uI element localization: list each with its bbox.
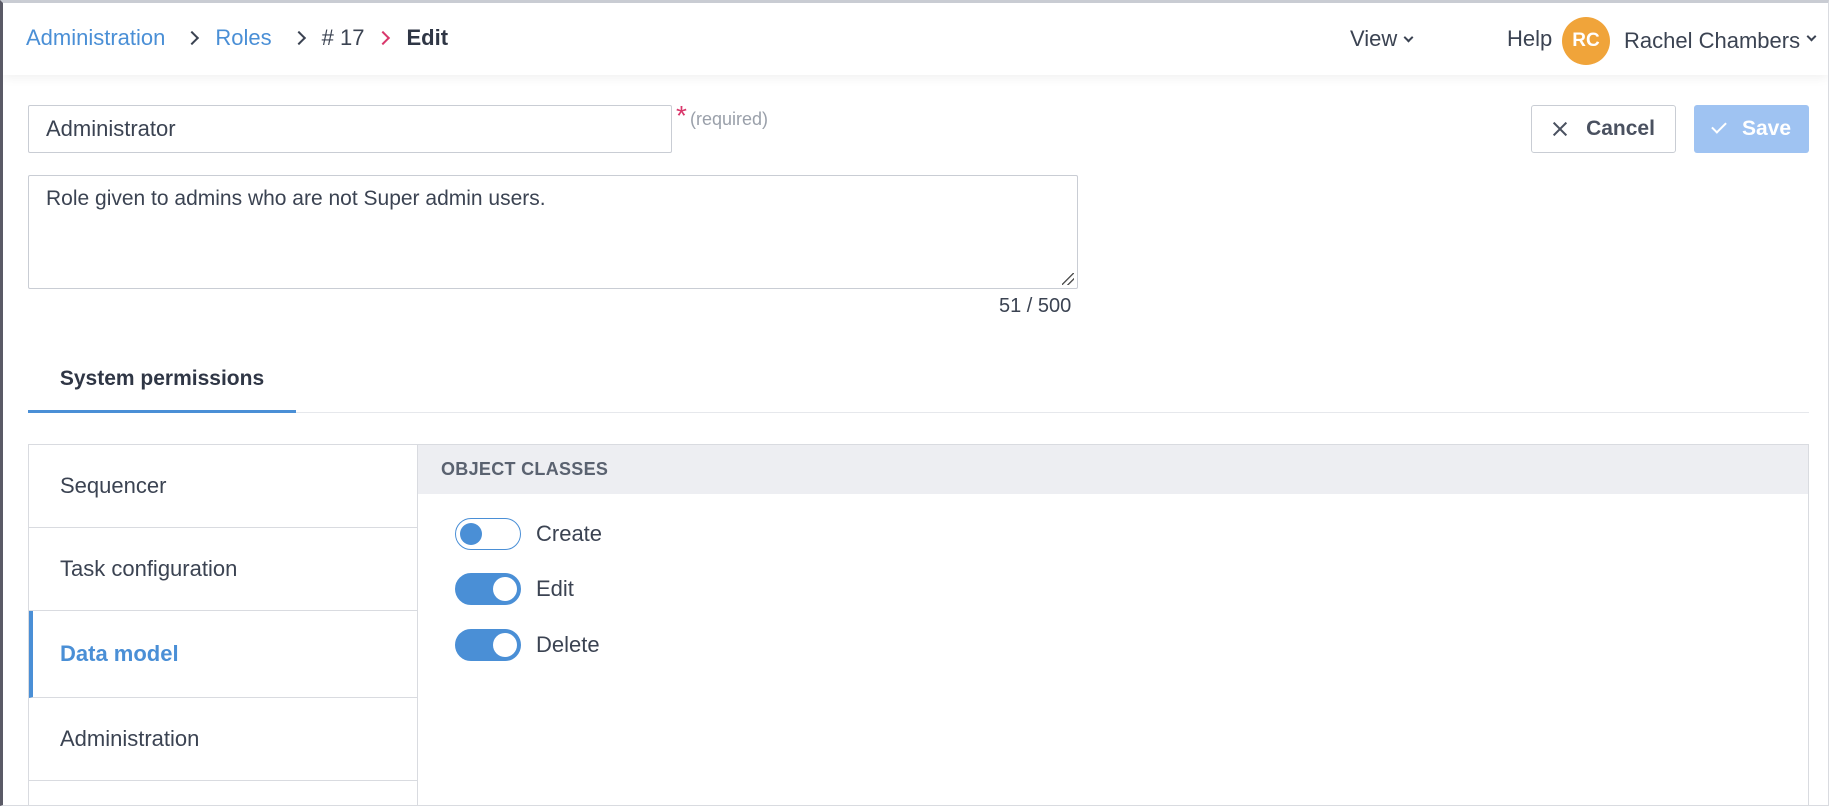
user-name: Rachel Chambers	[1624, 28, 1801, 53]
user-menu[interactable]: RC Rachel Chambers	[1562, 17, 1817, 65]
category-item-task-configuration[interactable]: Task configuration	[29, 528, 417, 611]
toggle-label: Delete	[536, 632, 600, 657]
chevron-right-icon	[291, 30, 306, 46]
edit-toggle[interactable]	[455, 573, 521, 605]
description-text: Role given to admins who are not Super a…	[46, 187, 546, 210]
toggle-label: Create	[536, 521, 603, 546]
avatar: RC	[1562, 17, 1610, 65]
chevron-down-icon	[1403, 32, 1414, 43]
category-item-data-model[interactable]: Data model	[29, 611, 417, 698]
chevron-right-icon	[376, 30, 391, 46]
role-name-input[interactable]	[28, 105, 672, 153]
cancel-button[interactable]: Cancel	[1531, 105, 1676, 153]
category-item-administration[interactable]: Administration	[29, 698, 417, 781]
top-bar: Administration Roles # 17 Edit View Help…	[3, 3, 1828, 75]
breadcrumb: Administration Roles # 17 Edit	[26, 25, 448, 51]
save-button[interactable]: Save	[1694, 105, 1809, 153]
required-hint: (required)	[690, 109, 769, 129]
toggle-knob	[493, 632, 517, 657]
create-toggle[interactable]	[455, 518, 521, 550]
section-header-object-classes: OBJECT CLASSES	[418, 445, 1808, 494]
view-menu-label: View	[1350, 26, 1398, 51]
toggle-row-create[interactable]: Create	[455, 518, 602, 550]
permission-content: OBJECT CLASSES Create Edit Delete	[418, 445, 1808, 805]
chevron-down-icon	[1806, 31, 1817, 41]
toggle-knob	[493, 576, 517, 601]
breadcrumb-roles-link[interactable]: Roles	[215, 25, 271, 51]
close-icon	[1552, 121, 1568, 137]
tab-system-permissions[interactable]: System permissions	[28, 355, 296, 413]
toggle-row-edit[interactable]: Edit	[455, 573, 574, 605]
permissions-panel: Sequencer Task configuration Data model …	[28, 444, 1809, 805]
app-window: Administration Roles # 17 Edit View Help…	[0, 0, 1829, 806]
tab-bar: System permissions	[28, 355, 1809, 413]
breadcrumb-administration-link[interactable]: Administration	[26, 25, 165, 51]
save-label: Save	[1741, 117, 1792, 140]
view-menu[interactable]: View	[1350, 26, 1414, 52]
help-link[interactable]: Help	[1507, 26, 1552, 52]
toggle-row-delete[interactable]: Delete	[455, 629, 600, 661]
breadcrumb-current: Edit	[406, 25, 449, 50]
cancel-label: Cancel	[1586, 117, 1655, 140]
character-count: 51 / 500	[999, 295, 1072, 317]
permission-category-list: Sequencer Task configuration Data model …	[29, 445, 418, 805]
check-icon	[1711, 118, 1727, 134]
toggle-label: Edit	[536, 576, 574, 601]
breadcrumb-role-id: # 17	[321, 25, 365, 50]
role-description-textarea[interactable]: Role given to admins who are not Super a…	[28, 175, 1078, 289]
category-item-sequencer[interactable]: Sequencer	[29, 445, 417, 528]
toggle-knob	[460, 523, 482, 545]
resize-handle-icon[interactable]	[1062, 273, 1074, 285]
delete-toggle[interactable]	[455, 629, 521, 661]
chevron-right-icon	[185, 30, 200, 46]
required-marker: *	[676, 100, 687, 131]
